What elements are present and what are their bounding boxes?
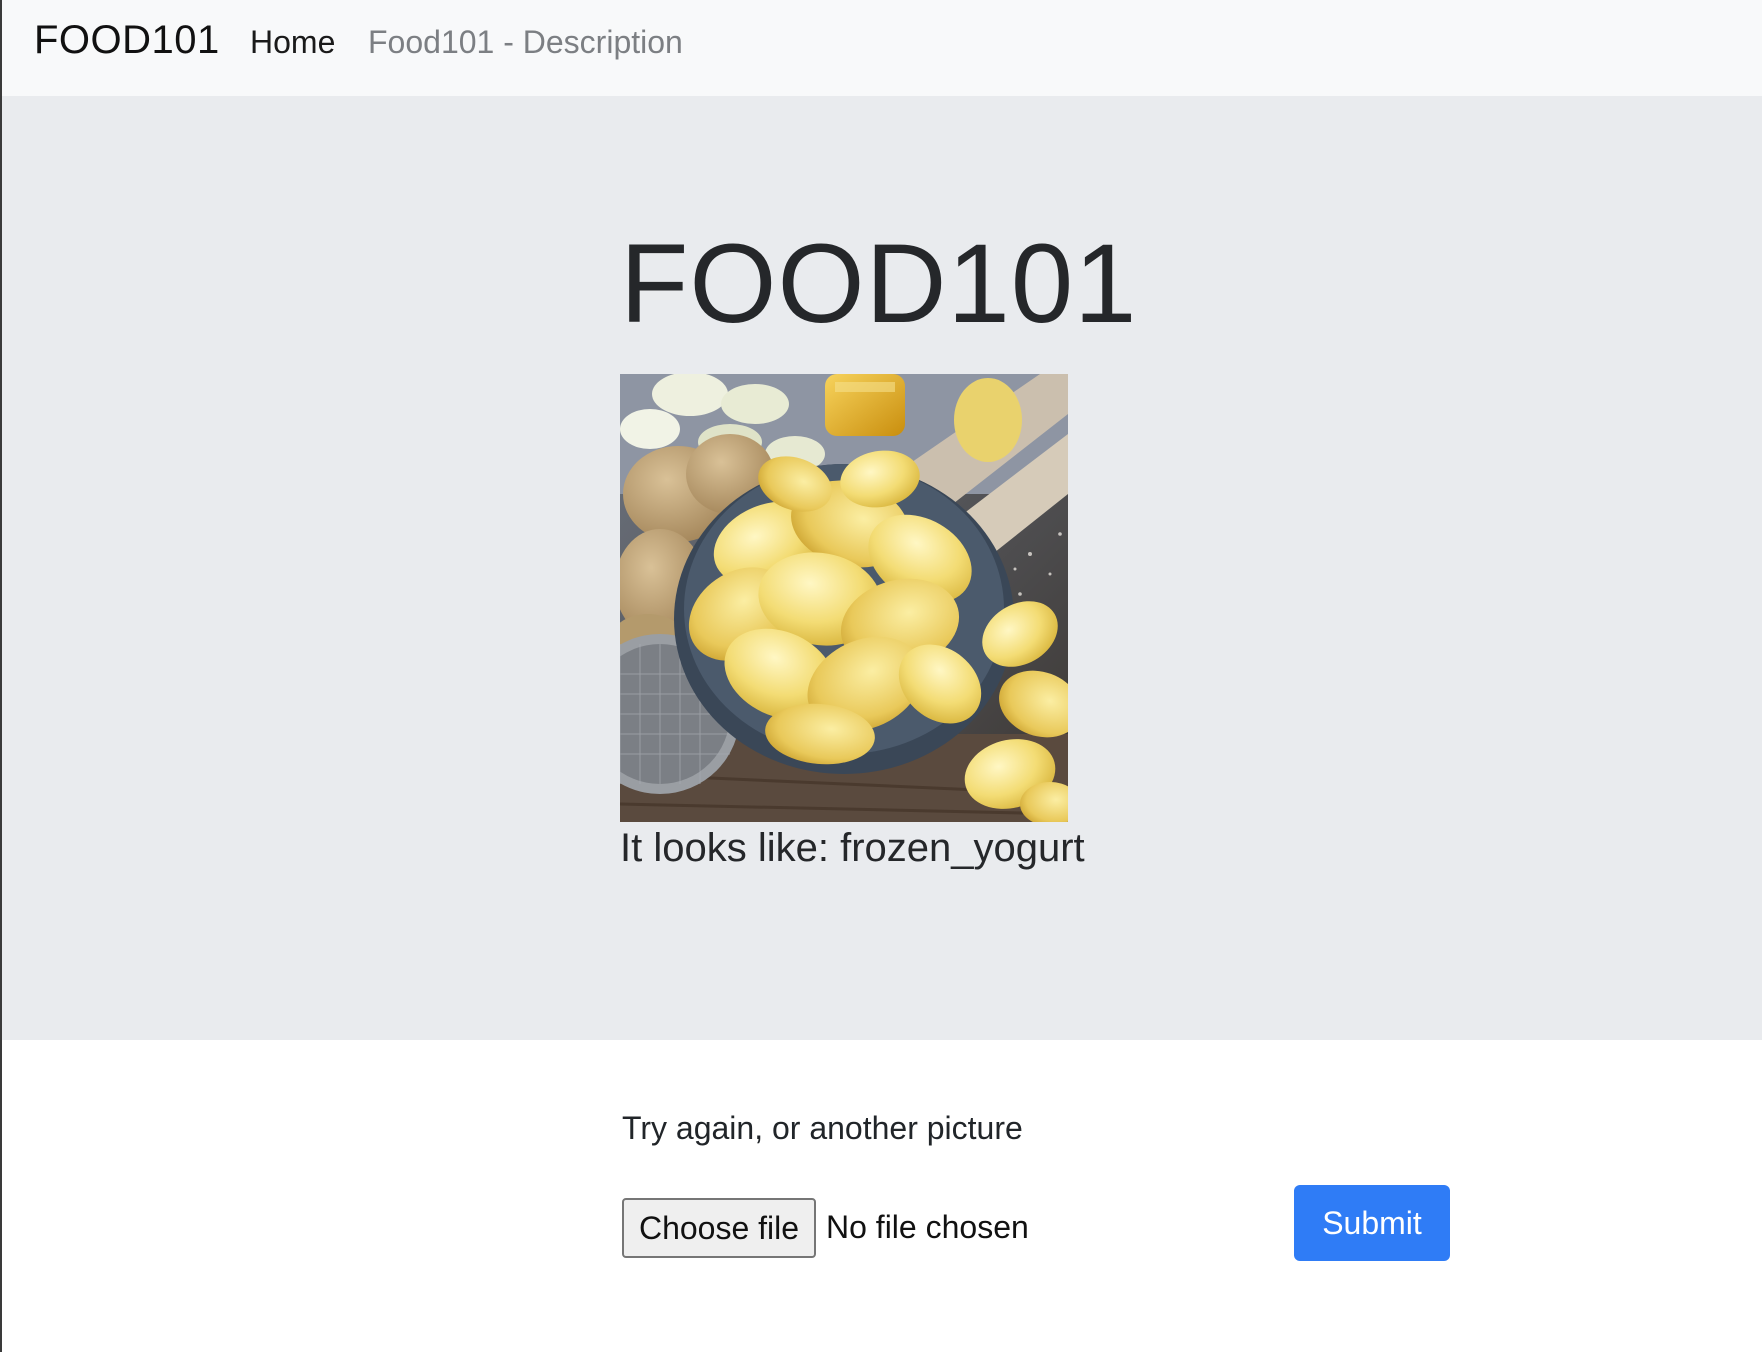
prediction-text: It looks like: frozen_yogurt [620,826,1085,870]
page: FOOD101 Home Food101 - Description FOOD1… [0,0,1762,1352]
page-title: FOOD101 [620,221,1138,346]
uploaded-food-image [620,374,1068,822]
nav-home-link[interactable]: Home [250,24,335,61]
navbar: FOOD101 Home Food101 - Description [2,0,1762,96]
submit-button[interactable]: Submit [1294,1185,1450,1261]
jumbotron: FOOD101 It looks like: frozen_yogurt [2,96,1762,1040]
brand-link[interactable]: FOOD101 [34,18,220,63]
upload-heading: Try again, or another picture [622,1110,1023,1146]
potato-chips-photo-icon [620,374,1068,822]
file-status-text: No file chosen [826,1209,1029,1245]
nav-description-link[interactable]: Food101 - Description [368,24,683,61]
choose-file-button[interactable]: Choose file [622,1198,816,1258]
